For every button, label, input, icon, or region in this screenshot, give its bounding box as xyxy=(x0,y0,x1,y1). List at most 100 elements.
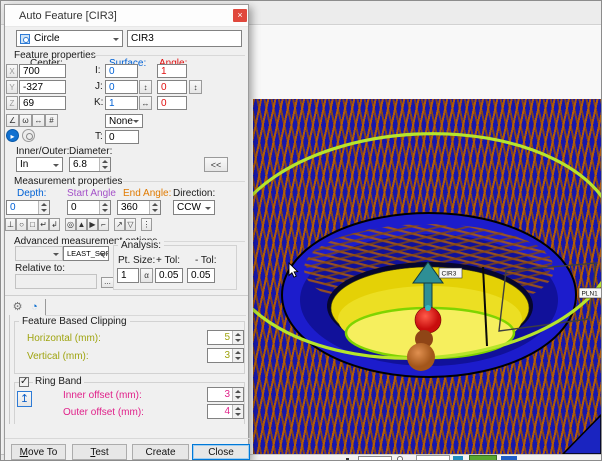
i-angle-field[interactable]: 1 xyxy=(157,64,187,78)
measurement-properties-label: Measurement properties xyxy=(11,176,125,187)
j-surface-field[interactable]: 0 xyxy=(105,80,138,94)
x-value-field[interactable]: 700 xyxy=(19,64,66,78)
status-field[interactable] xyxy=(416,455,450,461)
surface-mode-dropdown[interactable]: None xyxy=(105,114,143,128)
inner-offset-label: Inner offset (mm): xyxy=(63,390,142,402)
flip-angle-vector-icon[interactable]: ↕ xyxy=(189,80,202,94)
start-angle-field[interactable]: 0 xyxy=(67,200,111,215)
spinner-buttons[interactable] xyxy=(149,201,160,214)
k-surface-field[interactable]: 1 xyxy=(105,96,138,110)
more-icon[interactable]: ⋮ xyxy=(141,218,152,231)
square-path-icon[interactable]: □ xyxy=(27,218,38,231)
start-angle-label: Start Angle xyxy=(67,188,116,200)
clipping-vertical-field[interactable]: 3 xyxy=(207,348,244,363)
y-axis-button[interactable]: Y xyxy=(6,80,18,94)
z-value-field[interactable]: 69 xyxy=(19,96,66,110)
analysis-scale-icon[interactable]: α xyxy=(140,268,153,283)
outer-offset-field[interactable]: 4 xyxy=(207,404,244,419)
z-axis-button[interactable]: Z xyxy=(6,96,18,110)
direction-dropdown[interactable]: CCW xyxy=(173,200,215,215)
center-point-icon[interactable]: ◎ xyxy=(65,218,76,231)
depth-field[interactable]: 0 xyxy=(6,200,50,215)
diameter-value: 6.8 xyxy=(73,159,87,170)
status-button-green[interactable] xyxy=(469,455,497,461)
mode-manual-toggle[interactable] xyxy=(22,129,35,142)
collapse-button[interactable]: << xyxy=(204,157,228,172)
status-icon-teal[interactable] xyxy=(453,456,463,461)
k-angle-field[interactable]: 0 xyxy=(157,96,187,110)
inner-offset-value: 3 xyxy=(211,389,230,400)
spinner-buttons[interactable] xyxy=(232,331,243,344)
j-angle-field[interactable]: 0 xyxy=(157,80,187,94)
mode-auto-toggle[interactable]: ▸ xyxy=(6,129,19,142)
ring-offset-icon[interactable]: ↥ xyxy=(17,391,32,407)
diameter-field[interactable]: 6.8 xyxy=(69,157,111,172)
i-surface-field[interactable]: 0 xyxy=(105,64,138,78)
close-button[interactable]: Close xyxy=(192,444,250,460)
j-label: J: xyxy=(95,81,103,93)
clipping-horizontal-field[interactable]: 5 xyxy=(207,330,244,345)
spinner-buttons[interactable] xyxy=(99,158,110,171)
cad-scene: CIR3 PLN1 xyxy=(253,99,601,454)
plus-tol-field[interactable]: 0.05 xyxy=(155,268,183,283)
spinner-buttons[interactable] xyxy=(232,388,243,401)
start-angle-value: 0 xyxy=(71,202,77,213)
status-slider[interactable] xyxy=(358,456,392,461)
move-to-icon[interactable]: ▶ xyxy=(87,218,98,231)
feature-label-pln1[interactable]: PLN1 xyxy=(579,288,601,298)
angle-axes-icon[interactable]: ∠ xyxy=(6,114,19,127)
x-axis-button[interactable]: X xyxy=(6,64,18,78)
grid-icon[interactable]: # xyxy=(45,114,58,127)
pt-size-label: Pt. Size: xyxy=(118,255,155,267)
end-angle-label: End Angle: xyxy=(123,188,171,200)
cad-viewport[interactable]: CIR3 PLN1 xyxy=(253,99,601,454)
pin-icon[interactable]: ↔ xyxy=(32,114,45,127)
surface-mode-value: None xyxy=(109,116,133,127)
status-knob[interactable] xyxy=(397,456,403,461)
feature-type-dropdown[interactable]: Circle xyxy=(16,30,123,47)
spinner-buttons[interactable] xyxy=(232,405,243,418)
flip-surface-vector-icon[interactable]: ↕ xyxy=(139,80,152,94)
status-icon-blue[interactable] xyxy=(501,456,517,461)
approach-icon[interactable]: ↲ xyxy=(49,218,60,231)
circle-path-icon[interactable]: ○ xyxy=(16,218,27,231)
clipping-group-label: Feature Based Clipping xyxy=(19,316,130,327)
move-to-button[interactable]: Move To xyxy=(11,444,66,460)
chevron-down-icon xyxy=(133,120,139,126)
dialog-title: Auto Feature [CIR3] xyxy=(19,10,117,22)
settings-tab[interactable]: ⚙ xyxy=(10,299,25,315)
corner-icon[interactable]: ⌐ xyxy=(98,218,109,231)
retract-icon[interactable]: ↵ xyxy=(38,218,49,231)
probe-marker-dot xyxy=(425,305,431,311)
flip-depth-icon[interactable]: ▽ xyxy=(125,218,136,231)
vector-icon[interactable]: ↗ xyxy=(114,218,125,231)
minus-tol-field[interactable]: 0.05 xyxy=(187,268,215,283)
feature-label-cir3[interactable]: CIR3 xyxy=(439,268,462,278)
test-button[interactable]: Test xyxy=(72,444,127,460)
spinner-buttons[interactable] xyxy=(38,201,49,214)
workplane-icon[interactable]: ω xyxy=(19,114,32,127)
screenshot-root: CIR3 PLN1 Auto Feature [CIR3] × Circle xyxy=(0,0,602,461)
snap-vector-icon[interactable]: ↔ xyxy=(139,96,152,110)
end-angle-field[interactable]: 360 xyxy=(117,200,161,215)
y-value-field[interactable]: -327 xyxy=(19,80,66,94)
feature-name-input[interactable] xyxy=(127,30,242,47)
algorithm-dropdown[interactable]: LEAST_SQR xyxy=(63,246,109,261)
end-angle-value: 360 xyxy=(121,202,138,213)
ring-band-checkbox[interactable] xyxy=(19,377,29,387)
touch-point-icon[interactable]: ⊥ xyxy=(5,218,16,231)
ring-band-label: Ring Band xyxy=(33,376,84,388)
inner-outer-dropdown[interactable]: In xyxy=(16,157,63,172)
level-icon[interactable]: ▲ xyxy=(76,218,87,231)
t-value-field[interactable]: 0 xyxy=(105,130,139,144)
pt-size-field[interactable]: 1 xyxy=(117,268,139,283)
spinner-buttons[interactable] xyxy=(99,201,110,214)
inner-outer-value: In xyxy=(20,159,28,170)
dialog-titlebar[interactable]: Auto Feature [CIR3] × xyxy=(5,5,248,27)
circle-feature-icon xyxy=(20,34,30,44)
close-icon[interactable]: × xyxy=(233,9,247,22)
rescan-tab[interactable]: ◔ xyxy=(27,299,42,315)
create-button[interactable]: Create xyxy=(132,444,189,460)
inner-offset-field[interactable]: 3 xyxy=(207,387,244,402)
spinner-buttons[interactable] xyxy=(232,349,243,362)
